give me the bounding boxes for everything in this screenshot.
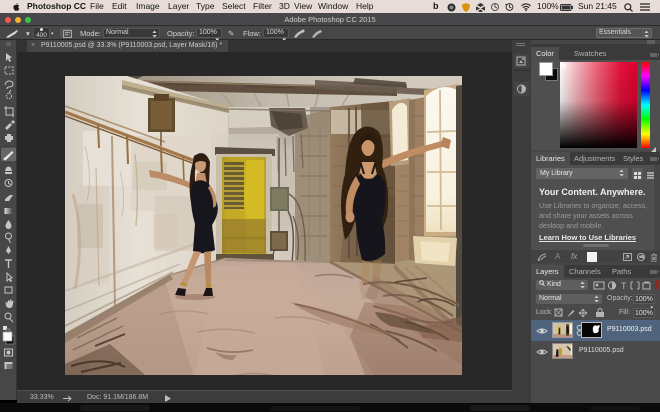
svg-text:T: T (621, 281, 627, 290)
